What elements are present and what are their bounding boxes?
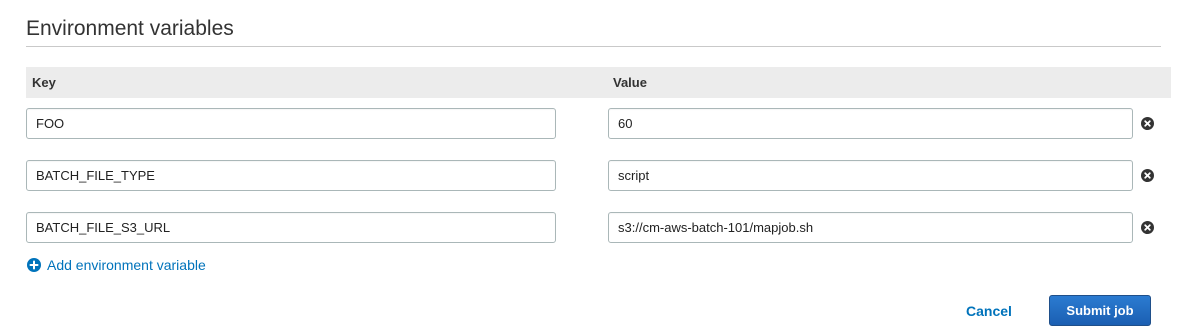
- env-var-row: [0, 160, 1183, 191]
- env-var-key-input[interactable]: [26, 212, 556, 243]
- env-var-row: [0, 212, 1183, 243]
- table-header: Key Value: [26, 67, 1171, 98]
- section-title: Environment variables: [26, 17, 234, 40]
- close-icon: [1144, 120, 1151, 127]
- close-icon: [1144, 172, 1151, 179]
- remove-row-button[interactable]: [1141, 221, 1154, 234]
- add-environment-variable-label: Add environment variable: [47, 257, 206, 273]
- key-column-header: Key: [32, 75, 56, 90]
- cancel-button[interactable]: Cancel: [966, 303, 1012, 319]
- title-divider: [26, 46, 1161, 47]
- close-icon: [1144, 224, 1151, 231]
- env-var-value-input[interactable]: [608, 108, 1133, 139]
- remove-row-button[interactable]: [1141, 169, 1154, 182]
- env-var-row: [0, 108, 1183, 139]
- env-var-value-input[interactable]: [608, 160, 1133, 191]
- env-var-key-input[interactable]: [26, 160, 556, 191]
- add-environment-variable-link[interactable]: Add environment variable: [27, 257, 206, 273]
- plus-circle-icon: [27, 258, 41, 272]
- submit-job-button[interactable]: Submit job: [1049, 295, 1151, 326]
- env-var-value-input[interactable]: [608, 212, 1133, 243]
- environment-variables-panel: Environment variables Key Value FOO 60 B…: [0, 0, 1183, 329]
- value-column-header: Value: [613, 75, 647, 90]
- remove-row-button[interactable]: [1141, 117, 1154, 130]
- env-var-key-input[interactable]: [26, 108, 556, 139]
